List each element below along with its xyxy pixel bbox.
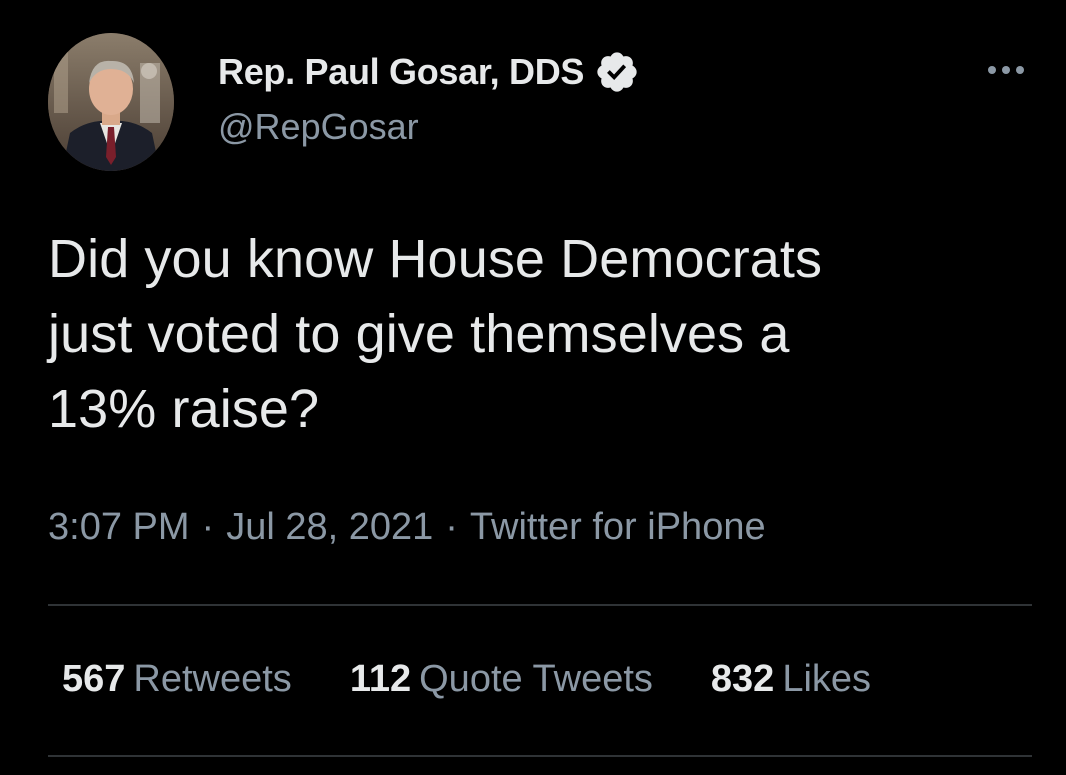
tweet-card: Rep. Paul Gosar, DDS @RepGosar Did you k… — [0, 0, 1066, 775]
meta-separator: · — [445, 506, 458, 548]
tweet-stats: 567 Retweets 112 Quote Tweets 832 Likes — [62, 658, 929, 701]
more-options-button[interactable] — [984, 56, 1028, 84]
quote-tweets-stat[interactable]: 112 Quote Tweets — [350, 658, 653, 701]
tweet-source[interactable]: Twitter for iPhone — [470, 506, 766, 548]
quote-tweets-label: Quote Tweets — [419, 658, 653, 700]
likes-stat[interactable]: 832 Likes — [711, 658, 871, 701]
avatar[interactable] — [48, 33, 174, 171]
retweets-stat[interactable]: 567 Retweets — [62, 658, 292, 701]
tweet-meta: 3:07 PM · Jul 28, 2021 · Twitter for iPhone — [48, 506, 766, 549]
author-handle[interactable]: @RepGosar — [218, 106, 419, 148]
tweet-text: Did you know House Democrats just voted … — [48, 229, 823, 439]
more-horizontal-icon — [988, 66, 1024, 74]
meta-separator: · — [201, 506, 215, 548]
retweets-count: 567 — [62, 658, 126, 700]
avatar-image — [48, 33, 174, 171]
likes-count: 832 — [710, 658, 775, 700]
divider — [48, 755, 1032, 757]
author-name-row: Rep. Paul Gosar, DDS — [218, 50, 640, 94]
verified-badge-icon — [597, 52, 637, 92]
tweet-time[interactable]: 3:07 PM — [48, 506, 190, 548]
author-display-name[interactable]: Rep. Paul Gosar, DDS — [218, 51, 584, 93]
divider — [48, 604, 1032, 606]
quote-tweets-count: 112 — [349, 658, 412, 700]
retweets-label: Retweets — [133, 658, 292, 700]
likes-label: Likes — [782, 658, 872, 700]
tweet-date[interactable]: Jul 28, 2021 — [226, 506, 433, 548]
